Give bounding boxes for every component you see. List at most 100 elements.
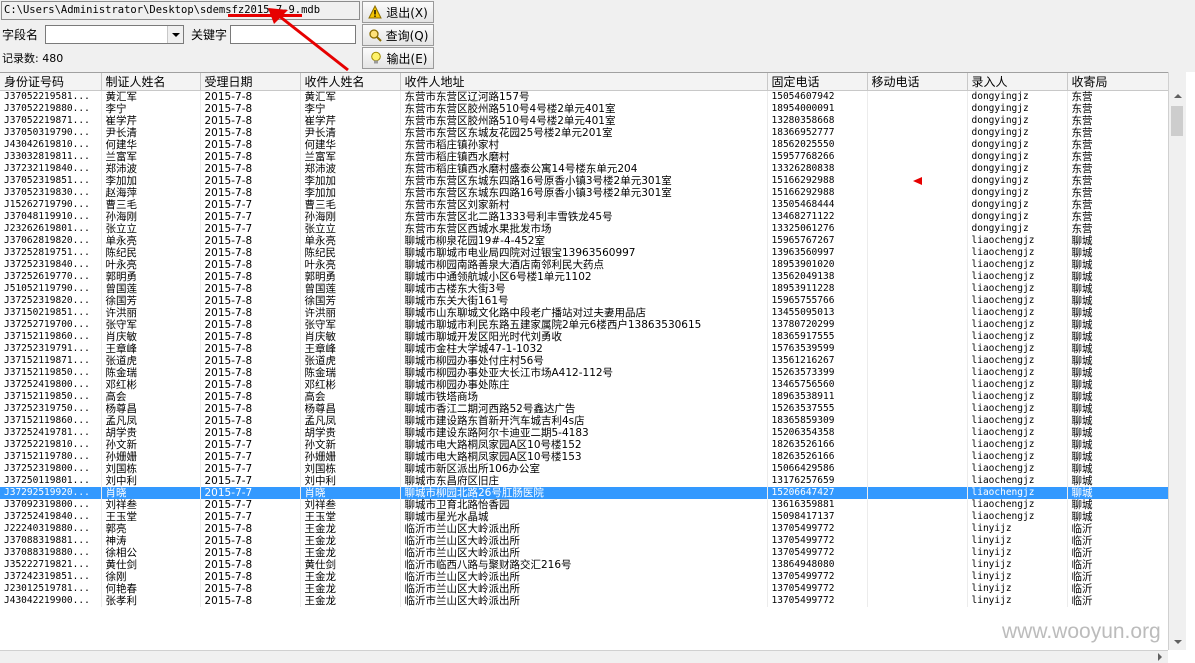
table-row[interactable]: J37252419840... 王玉堂 2015-7-7 王玉堂 聊城市星光水晶城 150…: [0, 511, 1168, 523]
table-row[interactable]: J37048119910... 孙海刚 2015-7-7 孙海刚 东营市东营区北二路13…: [0, 211, 1168, 223]
table-row[interactable]: J37250119801... 刘中利 2015-7-7 刘中利 聊城市东昌府区旧庄 13…: [0, 475, 1168, 487]
column-header[interactable]: 固定电话: [767, 73, 868, 91]
table-row[interactable]: J22240319880... 郭亮 2015-7-8 王金龙 临沂市兰山区大岭派出所 1…: [0, 523, 1168, 535]
table-row[interactable]: J37252319820... 徐国芳 2015-7-8 徐国芳 聊城市东关大街161号…: [0, 295, 1168, 307]
table-row[interactable]: J37152119860... 肖庆敏 2015-7-8 肖庆敏 聊城市聊城开发区阳光时…: [0, 331, 1168, 343]
table-cell: [867, 90, 968, 103]
table-row[interactable]: J37152119871... 张道虎 2015-7-8 张道虎 聊城市柳园办事处付庄村…: [0, 355, 1168, 367]
table-row[interactable]: J37252319800... 刘国栋 2015-7-7 刘国栋 聊城市新区派出所106…: [0, 463, 1168, 475]
table-cell: J22240319880...: [0, 523, 102, 535]
table-cell: 13705499772: [767, 583, 868, 595]
table-row[interactable]: J37252319750... 杨尊昌 2015-7-8 杨尊昌 聊城市香江二期河西路5…: [0, 403, 1168, 415]
table-row[interactable]: J37152119850... 高会 2015-7-8 高会 聊城市铁塔商场 189635…: [0, 391, 1168, 403]
scroll-thumb[interactable]: [1171, 106, 1183, 136]
table-row[interactable]: J43042219900... 张孝利 2015-7-8 王金龙 临沂市兰山区大岭派出所…: [0, 595, 1168, 607]
table-cell: [867, 235, 968, 247]
records-grid[interactable]: 身份证号码 制证人姓名 受理日期 收件人姓名 收件人地址 固定电话 移动电话 录…: [0, 72, 1168, 651]
export-button[interactable]: 输出(E): [362, 47, 434, 69]
table-cell: 2015-7-8: [200, 415, 301, 427]
table-row[interactable]: J37052319851... 李加加 2015-7-8 李加加 东营市东营区东城东四路…: [0, 175, 1168, 187]
column-header[interactable]: 收寄局: [1067, 73, 1168, 91]
table-row[interactable]: J37152119860... 孟凡凤 2015-7-8 孟凡凤 聊城市建设路东首新开汽…: [0, 415, 1168, 427]
table-row[interactable]: J37242319851... 徐刚 2015-7-8 王金龙 临沂市兰山区大岭派出所 1…: [0, 571, 1168, 583]
table-cell: 孙海刚: [101, 211, 201, 223]
chevron-down-icon[interactable]: [167, 26, 183, 43]
column-header[interactable]: 收件人地址: [400, 73, 768, 91]
table-row[interactable]: J37252319840... 叶永亮 2015-7-8 叶永亮 聊城市柳园南路善泉大酒…: [0, 259, 1168, 271]
table-cell: 东营市东营区辽河路157号: [400, 90, 768, 103]
table-cell: [867, 463, 968, 475]
table-cell: J43042219900...: [0, 595, 102, 607]
table-cell: dongyingjz: [967, 151, 1068, 163]
table-row[interactable]: J37252319791... 王章峰 2015-7-8 王章峰 聊城市金柱大学城47-…: [0, 343, 1168, 355]
scroll-down-icon[interactable]: [1169, 633, 1186, 650]
column-header[interactable]: 受理日期: [200, 73, 301, 91]
table-cell: 聊城: [1067, 379, 1168, 391]
table-row[interactable]: J15262719790... 曹三毛 2015-7-7 曹三毛 东营市东营区刘家新村 1…: [0, 199, 1168, 211]
table-cell: 高会: [300, 391, 401, 403]
column-header[interactable]: 制证人姓名: [101, 73, 201, 91]
table-cell: [867, 271, 968, 283]
scroll-right-icon[interactable]: [1152, 651, 1168, 663]
table-cell: 聊城: [1067, 475, 1168, 487]
table-row[interactable]: J37062819820... 单永亮 2015-7-8 单永亮 聊城市柳泉花园19#-…: [0, 235, 1168, 247]
table-cell: 聊城: [1067, 463, 1168, 475]
column-header[interactable]: 身份证号码: [0, 73, 102, 91]
table-row[interactable]: J37152119780... 孙姗姗 2015-7-7 孙姗姗 聊城市电大路桐凤家园A…: [0, 451, 1168, 463]
table-row[interactable]: J51052119790... 曾国莲 2015-7-8 曾国莲 聊城市古楼东大街3号 1…: [0, 283, 1168, 295]
table-row[interactable]: J37088319881... 神涛 2015-7-8 王金龙 临沂市兰山区大岭派出所 1…: [0, 535, 1168, 547]
table-cell: [867, 427, 968, 439]
table-row[interactable]: J37152119850... 陈金瑞 2015-7-8 陈金瑞 聊城市柳园办事处亚大长…: [0, 367, 1168, 379]
table-cell: linyijz: [967, 583, 1068, 595]
table-row[interactable]: J37232119840... 郑沛波 2015-7-8 郑沛波 东营市稻庄镇西水磨村盛…: [0, 163, 1168, 175]
table-row[interactable]: J37050319790... 尹长清 2015-7-8 尹长清 东营市东营区东城友花园…: [0, 127, 1168, 139]
table-row[interactable]: J35222719821... 黄仕剑 2015-7-8 黄仕剑 临沂市临西八路与聚财路…: [0, 559, 1168, 571]
horizontal-scrollbar[interactable]: [0, 650, 1168, 663]
table-row[interactable]: J37252419800... 邓红彬 2015-7-8 邓红彬 聊城市柳园办事处陈庄 1…: [0, 379, 1168, 391]
table-row[interactable]: J43042619810... 何建华 2015-7-8 何建华 东营市稻庄镇孙家村 18…: [0, 139, 1168, 151]
table-row[interactable]: J23012519781... 何艳春 2015-7-8 王金龙 临沂市兰山区大岭派出所…: [0, 583, 1168, 595]
table-cell: 2015-7-8: [200, 403, 301, 415]
table-row[interactable]: J37252419781... 胡学贵 2015-7-8 胡学贵 聊城市建设东路阿尔卡迪…: [0, 427, 1168, 439]
table-row[interactable]: J37252619770... 郭明勇 2015-7-8 郭明勇 聊城市中通领航城小区6…: [0, 271, 1168, 283]
table-cell: [867, 163, 968, 175]
table-cell: 李宁: [300, 103, 401, 115]
exit-button[interactable]: 退出(X): [362, 1, 434, 23]
table-cell: dongyingjz: [967, 90, 1068, 103]
table-row[interactable]: J37150219851... 许洪丽 2015-7-8 许洪丽 聊城市山东聊城文化路中…: [0, 307, 1168, 319]
table-row[interactable]: J37092319800... 刘祥叁 2015-7-7 刘祥叁 聊城市卫育北路怡香园 1…: [0, 499, 1168, 511]
table-row[interactable]: J37292519920... 肖晓 2015-7-7 肖晓 聊城市柳园北路26号肛肠医…: [0, 487, 1168, 499]
table-cell: 15166292988: [767, 187, 868, 199]
table-cell: 2015-7-7: [200, 511, 301, 523]
table-cell: 曹三毛: [300, 199, 401, 211]
table-row[interactable]: J37052219880... 李宁 2015-7-8 李宁 东营市东营区胶州路510号…: [0, 103, 1168, 115]
table-row[interactable]: J33032819811... 兰富军 2015-7-8 兰富军 东营市稻庄镇西水磨村 1…: [0, 151, 1168, 163]
table-row[interactable]: J37052319830... 赵海萍 2015-7-8 李加加 东营市东营区东城东四路…: [0, 187, 1168, 199]
column-header[interactable]: 移动电话: [867, 73, 968, 91]
vertical-scrollbar[interactable]: [1168, 72, 1186, 650]
table-cell: 2015-7-8: [200, 127, 301, 139]
table-row[interactable]: J37252219810... 孙文新 2015-7-7 孙文新 聊城市电大路桐凤家园A…: [0, 439, 1168, 451]
field-select[interactable]: [45, 25, 184, 44]
column-header[interactable]: 收件人姓名: [300, 73, 401, 91]
table-cell: liaochengjz: [967, 247, 1068, 259]
table-row[interactable]: J37052219581... 黄汇军 2015-7-8 黄汇军 东营市东营区辽河路15…: [0, 90, 1168, 103]
table-row[interactable]: J23262619801... 张立立 2015-7-7 张立立 东营市东营区西城水果批…: [0, 223, 1168, 235]
table-row[interactable]: J37252819751... 陈纪民 2015-7-8 陈纪民 聊城市聊城市电业局四院…: [0, 247, 1168, 259]
table-cell: 2015-7-8: [200, 427, 301, 439]
table-cell: 东营市东营区北二路1333号利丰雪铁龙45号: [400, 211, 768, 223]
table-cell: [867, 535, 968, 547]
table-cell: liaochengjz: [967, 379, 1068, 391]
table-cell: J37252419840...: [0, 511, 102, 523]
table-cell: 聊城市柳园办事处亚大长江市场A412-112号: [400, 367, 768, 379]
table-cell: 18963538911: [767, 391, 868, 403]
column-header[interactable]: 录入人: [967, 73, 1068, 91]
table-cell: 东营: [1067, 211, 1168, 223]
table-row[interactable]: J37252719700... 张守军 2015-7-8 张守军 聊城市聊城市利民东路五…: [0, 319, 1168, 331]
query-button[interactable]: 查询(Q): [362, 24, 434, 46]
table-row[interactable]: J37088319880... 徐相公 2015-7-8 王金龙 临沂市兰山区大岭派出所…: [0, 547, 1168, 559]
scroll-up-icon[interactable]: [1169, 88, 1186, 105]
table-cell: 聊城市柳园办事处付庄村56号: [400, 355, 768, 367]
table-row[interactable]: J37052219871... 崔学芹 2015-7-8 崔学芹 东营市东营区胶州路51…: [0, 115, 1168, 127]
table-cell: 2015-7-8: [200, 379, 301, 391]
